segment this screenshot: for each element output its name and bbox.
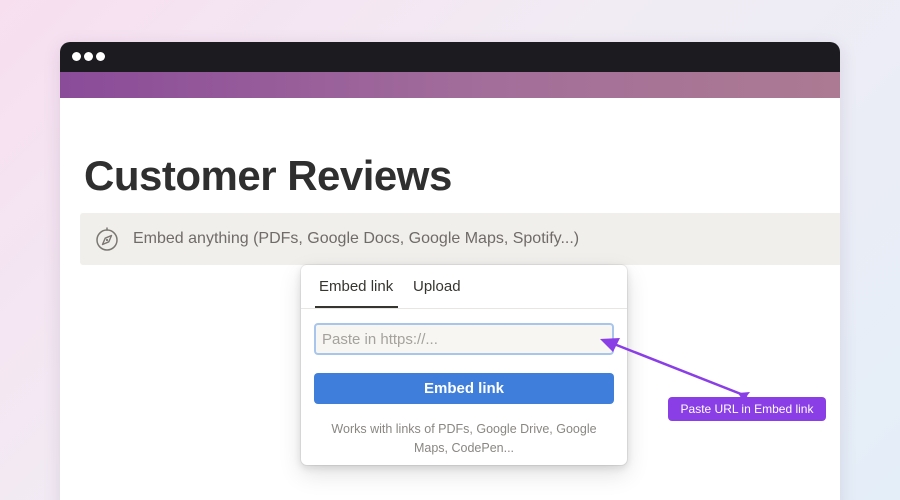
active-tab-indicator xyxy=(315,306,398,308)
embed-block[interactable]: Embed anything (PDFs, Google Docs, Googl… xyxy=(80,213,840,265)
title-bar xyxy=(60,42,840,72)
page-title[interactable]: Customer Reviews xyxy=(84,154,452,198)
tab-embed-link[interactable]: Embed link xyxy=(319,278,393,295)
annotation-callout: Paste URL in Embed link xyxy=(668,397,826,421)
maximize-window-button[interactable] xyxy=(96,52,105,61)
embed-popover: Embed link Upload Embed link Works with … xyxy=(301,265,627,465)
embed-link-button[interactable]: Embed link xyxy=(314,373,614,404)
embed-block-placeholder: Embed anything (PDFs, Google Docs, Googl… xyxy=(133,230,580,247)
embed-url-input[interactable] xyxy=(314,323,614,355)
popover-tabs: Embed link Upload xyxy=(301,265,627,309)
close-window-button[interactable] xyxy=(72,52,81,61)
page-cover xyxy=(60,72,840,98)
compass-icon xyxy=(96,227,118,251)
tab-upload[interactable]: Upload xyxy=(413,278,461,295)
embed-hint-text: Works with links of PDFs, Google Drive, … xyxy=(331,422,597,455)
minimize-window-button[interactable] xyxy=(84,52,93,61)
